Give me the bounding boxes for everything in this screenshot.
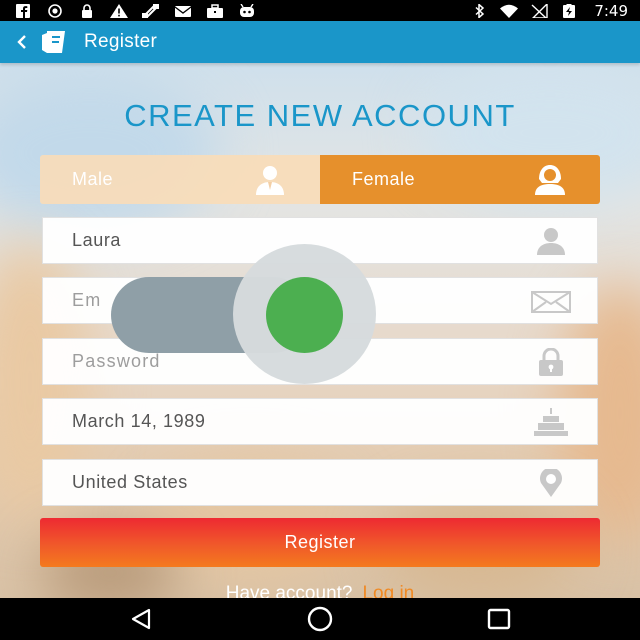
back-chevron-icon[interactable] (10, 30, 34, 54)
system-icons: 7:49 (470, 0, 628, 21)
gender-selector: Male Female (40, 155, 600, 204)
notification-icons (14, 0, 256, 21)
robot-icon (238, 3, 256, 18)
warning-icon (110, 3, 128, 18)
birthday-cake-icon (531, 408, 571, 436)
battery-charging-icon (560, 3, 578, 18)
recents-square-icon[interactable] (484, 606, 514, 632)
gender-label-female: Female (352, 169, 416, 189)
country-field[interactable]: United States (42, 459, 598, 506)
system-nav-bar (0, 598, 640, 640)
register-button[interactable]: Register (40, 518, 600, 567)
briefcase-icon (206, 3, 224, 18)
back-triangle-icon[interactable] (126, 606, 156, 632)
status-bar: 7:49 (0, 0, 640, 21)
mail-icon (174, 4, 192, 18)
padlock-icon (531, 347, 571, 376)
bluetooth-icon (470, 3, 488, 18)
facebook-icon (14, 3, 32, 18)
home-circle-icon[interactable] (305, 606, 335, 632)
country-field-value: United States (72, 472, 188, 492)
birthday-field-value: March 14, 1989 (72, 411, 206, 431)
app-bar: Register (0, 21, 640, 63)
gender-option-female[interactable]: Female (320, 155, 600, 204)
app-bar-title: Register (84, 31, 158, 52)
birthday-field[interactable]: March 14, 1989 (42, 398, 598, 445)
no-signal-icon (530, 3, 549, 18)
person-icon (531, 227, 571, 255)
gender-label-male: Male (72, 169, 114, 189)
email-field-placeholder: Em (72, 290, 102, 310)
male-user-icon (250, 165, 290, 195)
envelope-icon (531, 287, 571, 315)
toggle-switch[interactable] (111, 244, 376, 384)
page-heading: CREATE NEW ACCOUNT (124, 98, 516, 133)
location-pin-icon (531, 467, 571, 497)
record-icon (46, 3, 64, 18)
wifi-icon (500, 4, 519, 18)
fax-icon (142, 3, 160, 18)
toggle-thumb[interactable] (266, 277, 343, 353)
gender-option-male[interactable]: Male (40, 155, 320, 204)
clock: 7:49 (594, 1, 628, 20)
app-logo-icon (40, 29, 70, 55)
lock-icon (78, 3, 96, 18)
female-user-icon (530, 165, 570, 195)
